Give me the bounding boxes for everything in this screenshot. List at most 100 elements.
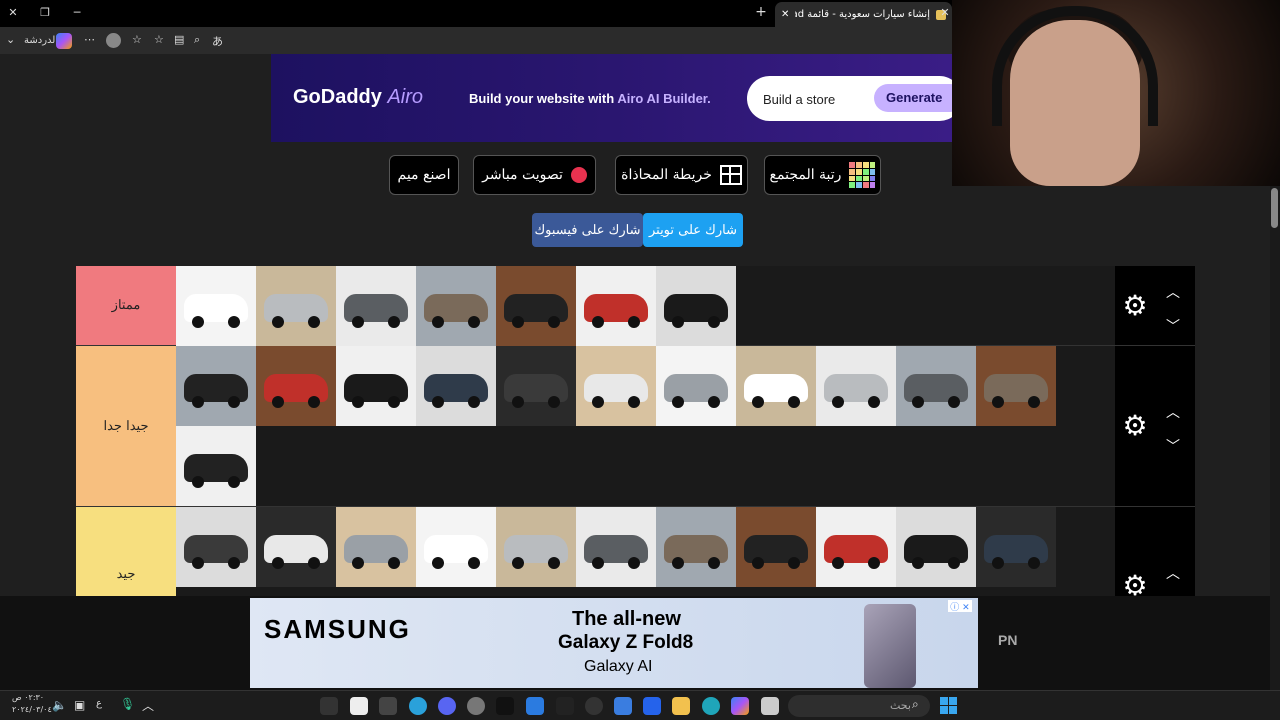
close-window-icon[interactable]: ✕	[6, 6, 20, 19]
samsung-logo: SAMSUNG	[264, 614, 411, 644]
tier-controls: ⚙ ︿ ﹀	[1115, 346, 1195, 506]
window-app-icon[interactable]	[526, 697, 544, 715]
ad-generate-button[interactable]: Generate	[874, 84, 964, 112]
car-thumbnail[interactable]	[896, 346, 976, 426]
clock-date[interactable]: ٢٠٢٤/٠٣/٠٤	[12, 705, 52, 714]
align-map-button[interactable]: خريطة المحاذاة	[615, 155, 748, 195]
car-thumbnail[interactable]	[336, 266, 416, 346]
car-thumbnail[interactable]	[816, 507, 896, 587]
clock-time[interactable]: ٠٢:٣٠ ص	[12, 693, 44, 702]
community-rank-button[interactable]: رتبة المجتمع	[764, 155, 881, 195]
windows-start-icon[interactable]	[940, 697, 957, 714]
tray-chevron-icon[interactable]: ︿	[142, 697, 154, 714]
car-thumbnail[interactable]	[656, 507, 736, 587]
community-rank-label: رتبة المجتمع	[769, 167, 842, 183]
chevron-up-icon[interactable]: ︿	[1161, 402, 1185, 421]
car-thumbnail[interactable]	[256, 507, 336, 587]
chevron-down-icon[interactable]: ﹀	[1161, 316, 1185, 335]
taskbar-search-placeholder: بحث	[890, 699, 911, 712]
car-thumbnail[interactable]	[976, 507, 1056, 587]
chevron-up-icon[interactable]: ︿	[1161, 282, 1185, 301]
car-thumbnail[interactable]	[336, 507, 416, 587]
car-thumbnail[interactable]	[576, 266, 656, 346]
share-twitter-button[interactable]: شارك على تويتر	[643, 213, 743, 247]
telegram-icon[interactable]	[409, 697, 427, 715]
car-thumbnail[interactable]	[896, 507, 976, 587]
car-thumbnail[interactable]	[496, 266, 576, 346]
car-thumbnail[interactable]	[656, 346, 736, 426]
minimize-icon[interactable]: ─	[70, 6, 84, 19]
close-tab-icon-2[interactable]: ✕	[938, 6, 952, 19]
copilot-taskbar-icon[interactable]	[731, 697, 749, 715]
car-thumbnail[interactable]	[176, 346, 256, 426]
share-facebook-button[interactable]: شارك على فيسبوك	[532, 213, 643, 247]
chevron-down-icon[interactable]: ⌄	[6, 33, 15, 46]
terminal-icon[interactable]	[320, 697, 338, 715]
favorites-icon[interactable]: ☆	[132, 33, 142, 46]
volume-icon[interactable]: 🔈	[52, 698, 67, 712]
car-thumbnail[interactable]	[816, 346, 896, 426]
car-thumbnail[interactable]	[176, 426, 256, 506]
copilot-icon[interactable]	[56, 33, 72, 49]
active-tab[interactable]: ✕ إنشاء سيارات سعودية - قائمة Swaad	[775, 2, 952, 27]
language-icon[interactable]: ع	[96, 698, 102, 709]
tier-label-very-good[interactable]: جيدا جدا	[76, 346, 176, 506]
ctrl-app-icon[interactable]	[556, 697, 574, 715]
profile-label[interactable]: الدردشة	[24, 35, 58, 46]
tiktok-icon[interactable]	[496, 697, 514, 715]
car-thumbnail[interactable]	[496, 346, 576, 426]
tier-label-excellent[interactable]: ممتاز	[76, 266, 176, 345]
wifi-icon[interactable]: ▣	[74, 698, 85, 712]
restore-icon[interactable]: ❐	[38, 6, 52, 19]
store-icon[interactable]	[614, 697, 632, 715]
make-meme-label: اصنع ميم	[397, 167, 451, 183]
scrollbar-thumb[interactable]	[1271, 188, 1278, 228]
new-tab-icon[interactable]: +	[754, 4, 768, 20]
car-thumbnail[interactable]	[336, 346, 416, 426]
profile-avatar-icon[interactable]	[106, 33, 121, 48]
car-thumbnail[interactable]	[576, 346, 656, 426]
page-scrollbar[interactable]	[1270, 186, 1280, 690]
gear-icon[interactable]: ⚙	[1119, 410, 1151, 442]
close-tab-icon[interactable]: ✕	[781, 9, 789, 20]
car-thumbnail[interactable]	[976, 346, 1056, 426]
folder-icon[interactable]	[672, 697, 690, 715]
car-thumbnail[interactable]	[416, 266, 496, 346]
car-thumbnail[interactable]	[656, 266, 736, 346]
car-thumbnail[interactable]	[416, 346, 496, 426]
microphone-icon[interactable]: 🎙	[120, 697, 135, 711]
car-thumbnail[interactable]	[736, 346, 816, 426]
car-thumbnail[interactable]	[176, 266, 256, 346]
app-icon[interactable]	[379, 697, 397, 715]
car-thumbnail[interactable]	[256, 346, 336, 426]
make-meme-button[interactable]: اصنع ميم	[389, 155, 459, 195]
taskbar-search-input[interactable]: بحث ⌕	[788, 695, 930, 717]
gear-icon[interactable]: ⚙	[1119, 290, 1151, 322]
car-thumbnail[interactable]	[736, 507, 816, 587]
task-view-icon[interactable]	[761, 697, 779, 715]
edge-icon[interactable]	[702, 697, 720, 715]
more-options-icon[interactable]: ⋯	[84, 33, 95, 46]
add-favorite-icon[interactable]: ☆	[154, 33, 164, 46]
bottom-ad-area: SAMSUNG The all-new Galaxy Z Fold8 Galax…	[0, 596, 1270, 690]
live-vote-button[interactable]: تصويت مباشر	[473, 155, 596, 195]
samsung-ad-banner[interactable]: SAMSUNG The all-new Galaxy Z Fold8 Galax…	[250, 598, 978, 688]
car-thumbnail[interactable]	[576, 507, 656, 587]
zoom-icon[interactable]: ⌕	[194, 33, 200, 47]
godaddy-ad-banner[interactable]: GoDaddy Airo Build your website with Air…	[271, 54, 964, 142]
browser-toolbar: ⌄ الدردشة ⋯ ☆ ☆ ▤ ⌕ あ	[0, 27, 952, 54]
chevron-down-icon[interactable]: ﹀	[1161, 436, 1185, 455]
car-thumbnail[interactable]	[496, 507, 576, 587]
car-thumbnail[interactable]	[176, 507, 256, 587]
ad-info-icon[interactable]: ⓘ ✕	[948, 600, 972, 613]
settings-icon[interactable]	[467, 697, 485, 715]
chevron-up-icon[interactable]: ︿	[1161, 563, 1185, 582]
car-thumbnail[interactable]	[256, 266, 336, 346]
capcut-icon[interactable]	[350, 697, 368, 715]
mail-icon[interactable]	[643, 697, 661, 715]
obs-icon[interactable]	[585, 697, 603, 715]
discord-icon[interactable]	[438, 697, 456, 715]
reading-view-icon[interactable]: ▤	[174, 33, 184, 46]
car-thumbnail[interactable]	[416, 507, 496, 587]
translate-icon[interactable]: あ	[212, 33, 223, 49]
